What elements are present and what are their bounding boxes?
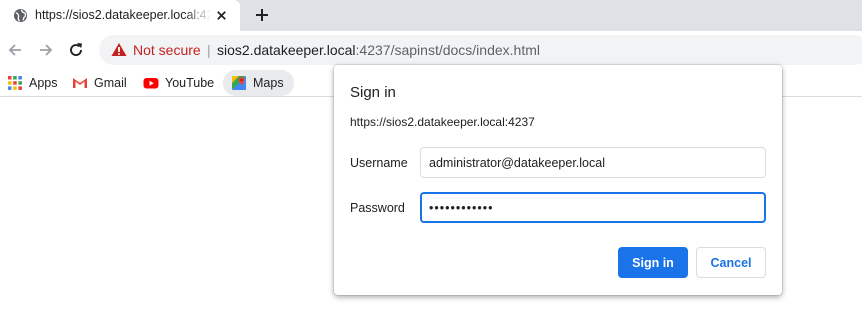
back-arrow-icon[interactable] <box>6 41 24 59</box>
browser-tab[interactable]: https://sios2.datakeeper.local:4237/sapi… <box>0 0 240 31</box>
url-path: :4237/sapinst/docs/index.html <box>355 42 540 58</box>
new-tab-icon[interactable] <box>254 7 270 23</box>
security-status[interactable]: Not secure <box>133 42 201 58</box>
password-field[interactable]: •••••••••••• <box>420 192 766 223</box>
bookmark-label: Maps <box>253 76 284 90</box>
dialog-origin: https://sios2.datakeeper.local:4237 <box>350 115 535 129</box>
username-label: Username <box>350 156 408 170</box>
bookmark-youtube[interactable]: YouTube <box>143 69 214 97</box>
forward-arrow-icon[interactable] <box>37 41 55 59</box>
apps-grid-icon <box>8 76 22 90</box>
maps-icon <box>232 76 246 90</box>
bookmark-gmail[interactable]: Gmail <box>72 69 127 97</box>
url-host: sios2.datakeeper.local <box>217 42 356 58</box>
address-separator: | <box>207 42 211 58</box>
youtube-icon <box>143 78 159 89</box>
sign-in-dialog: Sign in https://sios2.datakeeper.local:4… <box>334 65 782 295</box>
bookmark-label: Gmail <box>94 76 127 90</box>
bookmark-apps[interactable]: Apps <box>7 69 58 97</box>
address-bar[interactable]: Not secure | sios2.datakeeper.local:4237… <box>99 35 862 65</box>
dialog-title: Sign in <box>350 84 396 101</box>
reload-icon[interactable] <box>67 41 85 59</box>
tab-title: https://sios2.datakeeper.local:4237/sapi… <box>35 8 211 22</box>
gmail-icon <box>73 78 87 88</box>
password-label: Password <box>350 201 405 215</box>
cancel-button[interactable]: Cancel <box>696 247 766 278</box>
url-text[interactable]: sios2.datakeeper.local:4237/sapinst/docs… <box>217 42 540 58</box>
close-tab-icon[interactable] <box>214 8 229 23</box>
username-field[interactable]: administrator@datakeeper.local <box>420 147 766 178</box>
bookmark-label: YouTube <box>165 76 215 90</box>
bookmark-maps[interactable]: Maps <box>223 70 294 96</box>
tab-strip: https://sios2.datakeeper.local:4237/sapi… <box>0 0 862 31</box>
globe-icon <box>13 8 28 23</box>
sign-in-button[interactable]: Sign in <box>618 247 688 278</box>
warning-triangle-icon[interactable] <box>111 42 127 57</box>
bookmark-label: Apps <box>29 76 58 90</box>
